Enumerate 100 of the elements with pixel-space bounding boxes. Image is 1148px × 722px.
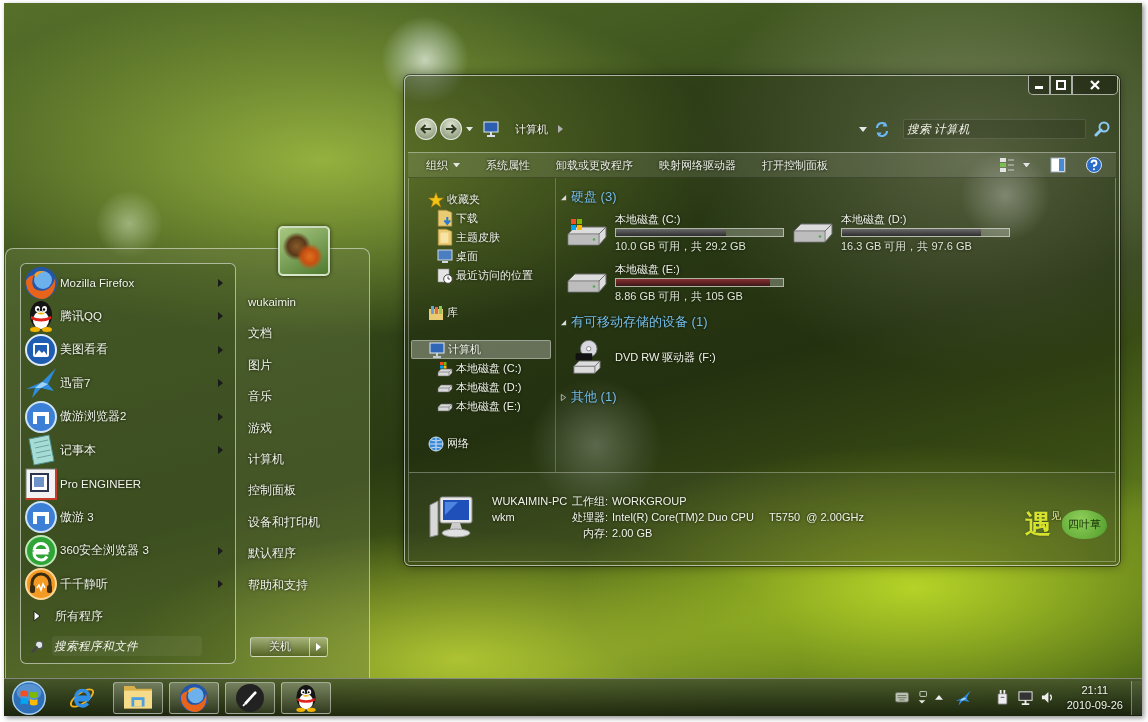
taskbar-button[interactable] (113, 681, 163, 714)
group-header[interactable]: 有可移动存储的设备 (1) (571, 313, 708, 331)
up-arrow-icon[interactable] (934, 695, 943, 700)
maximize-button[interactable] (1050, 76, 1072, 95)
nav-item[interactable]: 下载 (411, 209, 551, 228)
nav-item[interactable]: 计算机 (411, 340, 551, 359)
nav-item[interactable]: 收藏夹 (411, 190, 551, 209)
start-menu-link[interactable]: 图片 (248, 349, 348, 382)
monitor-icon (429, 341, 445, 358)
logo-small-character: 见 (1051, 509, 1061, 521)
program-item[interactable]: 傲游 3 (25, 500, 235, 534)
dvd-drive-icon[interactable] (573, 339, 601, 375)
nav-item[interactable]: 最近访问的位置 (411, 266, 551, 285)
minimize-button[interactable] (1028, 76, 1050, 95)
network-monitor-icon[interactable] (1017, 690, 1033, 705)
headphones-icon (25, 568, 57, 601)
system-drive-icon[interactable] (567, 218, 607, 246)
keyboard-icon[interactable] (894, 692, 909, 703)
address-caret-icon[interactable] (859, 126, 867, 132)
start-menu-link[interactable]: 文档 (248, 318, 348, 350)
drive-icon[interactable] (793, 221, 833, 243)
search-icon[interactable] (1094, 121, 1110, 137)
collapsed-triangle-icon[interactable] (560, 393, 567, 401)
drive-label[interactable]: 本地磁盘 (E:) (615, 261, 784, 276)
monitor-icon (483, 121, 499, 137)
start-menu-link[interactable]: 游戏 (248, 412, 348, 444)
clock-document-icon (437, 267, 453, 284)
clock-time[interactable]: 21:11 (1081, 682, 1109, 698)
bird-icon (25, 367, 57, 400)
detail-label: 处理器: (572, 510, 609, 524)
maximize-icon (1056, 80, 1066, 90)
nav-item[interactable]: 库 (411, 303, 551, 322)
taskbar-button[interactable] (281, 681, 331, 714)
chevron-icon[interactable] (558, 125, 563, 133)
drive-label[interactable]: DVD RW 驱动器 (F:) (615, 350, 716, 364)
drive-icon[interactable] (567, 271, 607, 293)
expanded-triangle-icon[interactable] (560, 193, 567, 201)
start-menu-link[interactable]: 帮助和支持 (248, 569, 348, 601)
preview-pane-icon (1050, 157, 1066, 173)
all-programs-item[interactable]: 所有程序 (25, 601, 235, 631)
nav-item[interactable]: 本地磁盘 (C:) (411, 359, 551, 378)
group-header[interactable]: 其他 (1) (571, 388, 617, 406)
program-item[interactable]: 腾讯QQ (25, 299, 235, 333)
close-button[interactable] (1072, 76, 1118, 95)
command-button[interactable]: 打开控制面板 (753, 154, 837, 176)
program-item[interactable]: 360安全浏览器 3 (25, 534, 235, 568)
system-drive-icon (437, 360, 453, 377)
command-button[interactable]: 系统属性 (477, 154, 539, 176)
program-item[interactable]: 美图看看 (25, 333, 235, 367)
program-item[interactable]: Pro ENGINEER (25, 467, 235, 501)
program-item[interactable]: 千千静听 (25, 567, 235, 601)
arch-circle-icon (25, 400, 57, 433)
nav-item[interactable]: 桌面 (411, 247, 551, 266)
user-photo[interactable] (278, 226, 330, 276)
start-menu-link[interactable]: 音乐 (248, 381, 348, 413)
nav-item[interactable]: 本地磁盘 (D:) (411, 378, 551, 397)
expanded-triangle-icon[interactable] (560, 318, 567, 326)
back-button[interactable] (415, 118, 437, 140)
logo-character: 遇 (1025, 509, 1051, 539)
start-menu-link[interactable]: 控制面板 (248, 475, 348, 507)
pen-circle-icon (236, 683, 264, 712)
start-button[interactable] (11, 679, 47, 716)
program-item[interactable]: Mozilla Firefox (25, 266, 235, 300)
search-icon[interactable] (31, 639, 44, 653)
clover-label: 四叶草 (1062, 509, 1107, 539)
flag-orb-icon (12, 680, 46, 715)
start-menu-link[interactable]: wukaimin (248, 287, 348, 319)
program-item[interactable]: 迅雷7 (25, 366, 235, 400)
nav-item[interactable]: 网络 (411, 434, 551, 453)
show-desktop-button[interactable] (1131, 680, 1142, 715)
command-button[interactable]: 卸载或更改程序 (547, 154, 642, 176)
start-menu-link[interactable]: 设备和打印机 (248, 506, 348, 539)
help-icon (1086, 157, 1102, 173)
group-header[interactable]: 硬盘 (3) (571, 188, 617, 206)
drive-space-text: 10.0 GB 可用，共 29.2 GB (615, 238, 747, 253)
clock-date[interactable]: 2010-09-26 (1066, 697, 1123, 713)
refresh-icon[interactable] (875, 121, 889, 137)
start-menu-link[interactable]: 计算机 (248, 443, 348, 476)
globe-icon (180, 683, 208, 712)
e-circle-icon (25, 534, 57, 567)
drive-label[interactable]: 本地磁盘 (D:) (841, 211, 1010, 226)
plug-icon[interactable] (996, 690, 1008, 705)
nav-item[interactable]: 本地磁盘 (E:) (411, 397, 551, 416)
program-item[interactable]: 记事本 (25, 433, 235, 467)
forward-button[interactable] (440, 118, 462, 140)
bird-icon[interactable] (954, 689, 971, 706)
taskbar-button[interactable] (225, 681, 275, 714)
speaker-icon[interactable] (1040, 691, 1053, 704)
start-menu-link[interactable]: 默认程序 (248, 538, 348, 570)
nav-item[interactable]: 主题皮肤 (411, 228, 551, 247)
command-button[interactable]: 组织 (417, 154, 469, 176)
program-item[interactable]: 傲游浏览器2 (25, 400, 235, 434)
command-button[interactable]: 映射网络驱动器 (650, 154, 745, 176)
drive-label[interactable]: 本地磁盘 (C:) (615, 211, 784, 226)
globe-icon (25, 266, 57, 299)
star-icon (428, 191, 444, 208)
shutdown-options-button[interactable] (310, 636, 328, 657)
history-caret-icon[interactable] (466, 126, 473, 132)
breadcrumb-item[interactable]: 计算机 (511, 119, 552, 139)
window-arrow-icon[interactable] (916, 690, 927, 705)
